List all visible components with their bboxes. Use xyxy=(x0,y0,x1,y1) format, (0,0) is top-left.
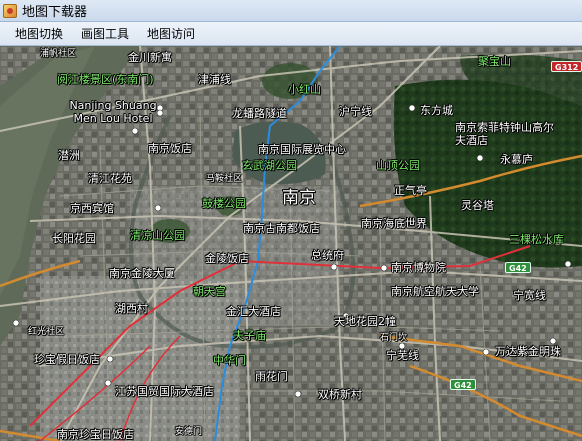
map-label: 珍宝假日饭店 xyxy=(34,353,100,366)
highway-shield: G42 xyxy=(505,262,531,273)
map-label: 聚宝山 xyxy=(478,55,511,68)
satellite-map[interactable]: 浦帆社区 金川新寓 阅江楼景区(东南门) 津浦线 小红山 龙蟠路隧道 沪宁线 东… xyxy=(0,46,582,441)
map-label: 南京航空航天大学 xyxy=(391,285,479,298)
highway-shield: G42 xyxy=(450,379,476,390)
map-label: 安德门 xyxy=(175,427,203,437)
map-label: 双桥新村 xyxy=(318,388,362,401)
map-label: 金汇大酒店 xyxy=(226,305,281,318)
map-label: 鼓楼公园 xyxy=(202,197,246,210)
map-label: 雨花门 xyxy=(255,370,288,383)
map-label: 玄武湖公园 xyxy=(242,159,297,172)
city-center-label: 南京 xyxy=(282,188,316,208)
map-label: 宁宽线 xyxy=(513,289,546,302)
menu-map-switch[interactable]: 地图切换 xyxy=(7,22,71,45)
map-label: 总统府 xyxy=(311,249,344,262)
map-label: 南京海底世界 xyxy=(361,217,427,230)
map-label: 灵谷塔 xyxy=(461,199,494,212)
title-bar: 地图下载器 xyxy=(0,0,582,22)
map-label: 南京饭店 xyxy=(148,142,192,155)
map-label: 南京金陵大厦 xyxy=(109,267,175,280)
map-label: 金陵饭店 xyxy=(205,252,249,265)
map-label: 津浦线 xyxy=(198,73,231,86)
map-label: 山顶公园 xyxy=(376,159,420,172)
map-label: 三棵松水库 xyxy=(509,233,564,246)
map-label: 红光社区 xyxy=(28,327,65,337)
map-label: 中华门 xyxy=(213,354,246,367)
window-title: 地图下载器 xyxy=(22,5,88,20)
map-label: 金川新寓 xyxy=(128,51,172,64)
map-label: 天地花园2幢 xyxy=(334,315,396,328)
map-label: 南京索菲特钟山高尔夫酒店 xyxy=(455,121,554,147)
map-label: 南京国际展览中心 xyxy=(258,143,346,156)
map-label: 浦帆社区 xyxy=(40,49,77,59)
map-label: 清江花苑 xyxy=(88,172,132,185)
menu-bar: 地图切换 画图工具 地图访问 xyxy=(0,22,582,46)
map-label: 沪宁线 xyxy=(339,105,372,118)
map-label: 江苏国贸国际大酒店 xyxy=(115,385,214,398)
app-icon xyxy=(3,3,17,18)
map-label: 朝天宫 xyxy=(193,285,226,298)
map-label: 清凉山公园 xyxy=(130,229,185,242)
map-label: 南京博物院 xyxy=(391,261,446,274)
map-label: 石门坎 xyxy=(380,333,408,343)
map-label: 长阳花园 xyxy=(52,232,96,245)
map-label: 阅江楼景区(东南门) xyxy=(57,73,154,86)
menu-drawing-tools[interactable]: 画图工具 xyxy=(73,22,137,45)
map-label: 京西宾馆 xyxy=(70,202,114,215)
map-label: 永慕庐 xyxy=(500,153,533,166)
map-label: 东方城 xyxy=(420,104,453,117)
menu-map-access[interactable]: 地图访问 xyxy=(139,22,203,45)
map-label: 马鞍社区 xyxy=(206,174,243,184)
map-label: 潜洲 xyxy=(58,149,80,162)
map-label: 龙蟠路隧道 xyxy=(232,107,287,120)
map-label: Nanjing Shuang Men Lou Hotel xyxy=(69,99,157,125)
map-label: 宁芜线 xyxy=(386,349,419,362)
map-label: 湖西村 xyxy=(115,302,148,315)
map-label: 小红山 xyxy=(288,83,321,96)
map-label: 南京古南都饭店 xyxy=(243,222,320,235)
map-label: 南京珍宝日饭店 xyxy=(57,428,134,441)
map-label: 夫子庙 xyxy=(233,329,266,342)
map-label: 正气亭 xyxy=(394,184,427,197)
highway-shield: G312 xyxy=(551,61,582,72)
map-label: 万达紫金明珠 xyxy=(495,345,561,358)
